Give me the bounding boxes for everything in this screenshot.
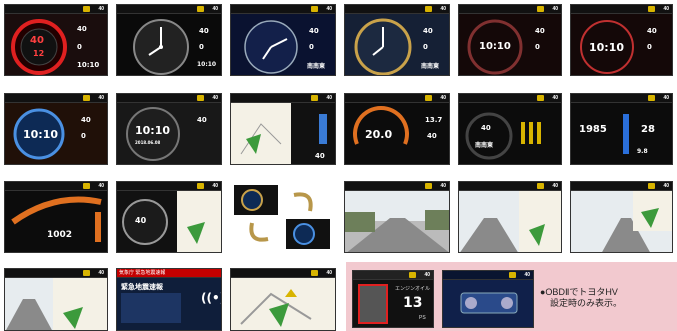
red-gauge-value: 40 bbox=[30, 35, 44, 46]
engine-label: エンジンオイル bbox=[395, 286, 431, 292]
screen-analog-clock-1[interactable]: 40 40 0 10:10 bbox=[116, 4, 222, 76]
volt-value: 9.8 bbox=[637, 148, 648, 155]
road-map-art bbox=[571, 191, 672, 252]
alert-header: 気象庁 緊急地震速報 bbox=[119, 270, 166, 276]
red-gauge-sub: 12 bbox=[33, 49, 45, 58]
screen-mini-clocks[interactable] bbox=[234, 181, 332, 253]
side-value: 40 bbox=[199, 27, 209, 35]
screen-temp-gauge[interactable]: 40 20.0 13.7 40 bbox=[344, 93, 450, 165]
clock-readout: 10:10 bbox=[77, 61, 100, 69]
screen-camera-map[interactable]: 40 bbox=[458, 181, 562, 253]
road-view-art bbox=[345, 191, 449, 252]
screen-engine-oil[interactable]: 40 エンジンオイル 13 PS bbox=[352, 270, 434, 328]
alert-detail bbox=[121, 293, 181, 323]
screen-digital-clock-1[interactable]: 40 10:10 40 0 bbox=[458, 4, 562, 76]
direction-label: 南南東 bbox=[307, 63, 326, 70]
pressure-value: 13.7 bbox=[425, 116, 443, 124]
humidity-value: 28 bbox=[641, 124, 655, 135]
wave-icon: ((•)) bbox=[201, 291, 221, 305]
temp-ring-art bbox=[353, 106, 409, 145]
side-value-2: 0 bbox=[77, 43, 82, 51]
screen-gauge-map[interactable]: 40 40 bbox=[116, 181, 222, 253]
bar-art bbox=[465, 112, 541, 160]
screen-earthquake-alert[interactable]: 気象庁 緊急地震速報 緊急地震速報 ((•)) bbox=[116, 268, 222, 331]
screen-analog-clock-2[interactable]: 40 40 0 南南東 bbox=[230, 4, 336, 76]
obd-note: ●OBDⅡでトヨタHV 設定時のみ表示。 bbox=[540, 287, 622, 309]
ps-value: 13 bbox=[403, 295, 423, 311]
road-map-art bbox=[5, 278, 107, 330]
cycle-art bbox=[234, 185, 330, 249]
screen-yellow-bars[interactable]: 40 40 南南東 bbox=[458, 93, 562, 165]
screen-map-gauge[interactable]: 40 40 bbox=[230, 93, 336, 165]
odo-value: 1002 bbox=[47, 230, 73, 240]
screen-camera-map-2[interactable]: 40 bbox=[570, 181, 673, 253]
date-readout: 2018.06.08 bbox=[135, 140, 161, 145]
alert-bar: 気象庁 緊急地震速報 bbox=[117, 269, 221, 278]
map-art bbox=[240, 289, 312, 327]
screen-heading[interactable]: 40 1985 28 9.8 bbox=[570, 93, 673, 165]
gauge-map-art bbox=[117, 191, 221, 252]
digital-time: 10:10 bbox=[479, 41, 511, 52]
screen-digital-clock-2[interactable]: 40 10:10 40 0 bbox=[570, 4, 673, 76]
road-map-art bbox=[459, 191, 561, 252]
screen-odometer[interactable]: 40 1002 bbox=[4, 181, 108, 253]
temp-value: 20.0 bbox=[365, 128, 393, 141]
screen-map-only[interactable]: 40 bbox=[230, 268, 336, 331]
screen-analog-clock-3[interactable]: 40 40 0 南南東 bbox=[344, 4, 450, 76]
heading-value: 1985 bbox=[579, 124, 607, 135]
obd-note-line2: 設定時のみ表示。 bbox=[550, 298, 623, 308]
screen-camera-map-3[interactable]: 40 bbox=[4, 268, 108, 331]
screen-blue-clock[interactable]: 40 10:10 40 0 bbox=[4, 93, 108, 165]
screen-red-gauge[interactable]: 40 40 12 40 0 10:10 bbox=[4, 4, 108, 76]
hybrid-art bbox=[460, 292, 518, 314]
screen-hybrid-flow[interactable]: 40 bbox=[442, 270, 534, 328]
orange-arc-art bbox=[11, 196, 102, 242]
screen-camera-1[interactable]: 40 bbox=[344, 181, 450, 253]
side-value: 40 bbox=[77, 25, 87, 33]
obd-note-line1: ●OBDⅡでトヨタHV bbox=[540, 287, 618, 297]
alert-title: 緊急地震速報 bbox=[121, 283, 163, 291]
ps-unit: PS bbox=[419, 315, 426, 321]
screen-digital-date[interactable]: 40 10:10 2018.06.08 40 bbox=[116, 93, 222, 165]
